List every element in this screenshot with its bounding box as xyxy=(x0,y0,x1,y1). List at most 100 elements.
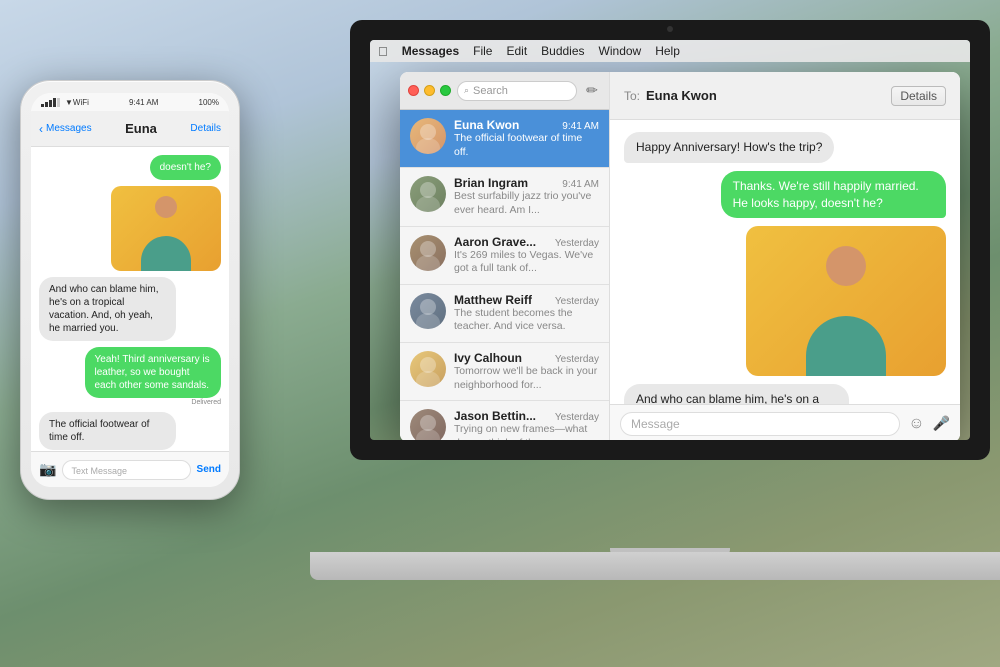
iphone-message-bubble: doesn't he? xyxy=(150,155,221,180)
conversation-preview: It's 269 miles to Vegas. We've got a ful… xyxy=(454,249,599,276)
conversation-preview: Tomorrow we'll be back in your neighborh… xyxy=(454,365,599,392)
iphone-messages: doesn't he? And who can blame him, he's … xyxy=(31,147,229,451)
camera-icon[interactable]: 📷 xyxy=(39,461,56,478)
iphone-message-bubble: Yeah! Third anniversary is leather, so w… xyxy=(85,347,222,398)
conversation-avatar xyxy=(410,176,446,212)
apple-logo:  xyxy=(378,44,388,59)
iphone-message-row: And who can blame him, he's on a tropica… xyxy=(39,277,221,341)
conversation-name: Jason Bettin... xyxy=(454,409,536,423)
app-name: Messages xyxy=(402,44,459,58)
chevron-left-icon: ‹ xyxy=(39,122,43,136)
menu-bar:  Messages File Edit Buddies Window Help xyxy=(370,40,970,62)
volume-down-button[interactable] xyxy=(20,177,21,197)
iphone-message-row xyxy=(39,186,221,271)
conversation-item[interactable]: Brian Ingram 9:41 AM Best surfabilly jaz… xyxy=(400,168,609,226)
message-bubble: Happy Anniversary! How's the trip? xyxy=(624,132,834,163)
conversation-avatar xyxy=(410,235,446,271)
menu-edit[interactable]: Edit xyxy=(506,44,527,58)
conversation-name: Ivy Calhoun xyxy=(454,351,522,365)
mac-laptop:  Messages File Edit Buddies Window Help xyxy=(310,20,1000,580)
power-button[interactable] xyxy=(239,161,240,191)
status-time: 9:41 AM xyxy=(129,98,158,107)
chat-panel: To: Euna Kwon Details Happy Anniversary!… xyxy=(610,72,960,440)
iphone-message-input[interactable]: Text Message xyxy=(62,460,190,480)
conversation-content: Jason Bettin... Yesterday Trying on new … xyxy=(454,409,599,440)
conversation-preview: Best surfabilly jazz trio you've ever he… xyxy=(454,190,599,217)
signal-bar-4 xyxy=(53,98,56,107)
iphone-message-bubble: And who can blame him, he's on a tropica… xyxy=(39,277,176,341)
iphone-screen: ▼WiFi 9:41 AM 100% ‹ Messages Euna Detai… xyxy=(31,93,229,487)
search-bar[interactable]: ⌕ Search xyxy=(457,81,577,101)
message-input-container[interactable]: Message xyxy=(620,412,900,436)
message-bubble: And who can blame him, he's on a tropica… xyxy=(624,384,849,404)
mute-switch[interactable] xyxy=(20,131,21,145)
conversation-item[interactable]: Jason Bettin... Yesterday Trying on new … xyxy=(400,401,609,440)
chat-header: To: Euna Kwon Details xyxy=(610,72,960,120)
menu-file[interactable]: File xyxy=(473,44,492,58)
conversation-avatar xyxy=(410,409,446,440)
signal-bar-3 xyxy=(49,100,52,107)
conversation-content: Brian Ingram 9:41 AM Best surfabilly jaz… xyxy=(454,176,599,217)
chat-input-bar: Message ☺ 🎤 xyxy=(610,404,960,440)
conversation-item[interactable]: Euna Kwon 9:41 AM The official footwear … xyxy=(400,110,609,168)
traffic-lights xyxy=(408,85,451,96)
carrier-label: ▼WiFi xyxy=(65,98,89,107)
conversation-name: Matthew Reiff xyxy=(454,293,532,307)
iphone-message-row: doesn't he? xyxy=(39,155,221,180)
signal-bar-1 xyxy=(41,104,44,107)
message-row: Happy Anniversary! How's the trip? xyxy=(624,132,946,163)
message-image xyxy=(746,226,946,376)
conversation-item[interactable]: Ivy Calhoun Yesterday Tomorrow we'll be … xyxy=(400,343,609,401)
conversation-preview: The official footwear of time off. xyxy=(454,132,599,159)
mac-screen-bezel:  Messages File Edit Buddies Window Help xyxy=(350,20,990,460)
iphone-nav-bar: ‹ Messages Euna Details xyxy=(31,111,229,147)
conversation-avatar xyxy=(410,351,446,387)
compose-button[interactable]: ✏ xyxy=(583,82,601,100)
conversation-name: Brian Ingram xyxy=(454,176,528,190)
back-button[interactable]: ‹ Messages xyxy=(39,122,92,136)
conversation-item[interactable]: Aaron Grave... Yesterday It's 269 miles … xyxy=(400,227,609,285)
emoji-button[interactable]: ☺ xyxy=(908,415,924,433)
conversations-panel: ⌕ Search ✏ Euna Kwon 9:41 AM The officia… xyxy=(400,72,610,440)
message-row: And who can blame him, he's on a tropica… xyxy=(624,384,946,404)
signal-bars xyxy=(41,98,60,107)
signal-bar-2 xyxy=(45,102,48,107)
maximize-button[interactable] xyxy=(440,85,451,96)
battery-indicator: 100% xyxy=(199,98,219,107)
menu-buddies[interactable]: Buddies xyxy=(541,44,584,58)
menu-window[interactable]: Window xyxy=(599,44,642,58)
message-bubble: Thanks. We're still happily married. He … xyxy=(721,171,946,219)
volume-up-button[interactable] xyxy=(20,151,21,171)
person-face xyxy=(826,246,866,286)
conversation-content: Ivy Calhoun Yesterday Tomorrow we'll be … xyxy=(454,351,599,392)
search-icon: ⌕ xyxy=(464,85,469,96)
iphone-details-button[interactable]: Details xyxy=(190,123,221,134)
message-row xyxy=(624,226,946,376)
back-label: Messages xyxy=(46,123,92,134)
iphone-message-status: Delivered xyxy=(191,399,221,406)
nav-title: Euna xyxy=(125,121,157,136)
chat-messages: Happy Anniversary! How's the trip? Thank… xyxy=(610,120,960,404)
conversation-header: Ivy Calhoun Yesterday xyxy=(454,351,599,365)
conversation-header: Brian Ingram 9:41 AM xyxy=(454,176,599,190)
conversation-time: 9:41 AM xyxy=(562,121,599,132)
minimize-button[interactable] xyxy=(424,85,435,96)
mac-base xyxy=(310,552,1000,580)
send-button[interactable]: Send xyxy=(197,464,221,475)
conversation-item[interactable]: Matthew Reiff Yesterday The student beco… xyxy=(400,285,609,343)
chat-recipient: Euna Kwon xyxy=(646,88,717,103)
message-row: Thanks. We're still happily married. He … xyxy=(624,171,946,219)
mic-button[interactable]: 🎤 xyxy=(933,415,950,432)
webcam xyxy=(667,26,673,32)
conversation-avatar xyxy=(410,118,446,154)
iphone-message-bubble: The official footwear of time off. xyxy=(39,412,176,450)
conversation-content: Matthew Reiff Yesterday The student beco… xyxy=(454,293,599,334)
conversation-content: Aaron Grave... Yesterday It's 269 miles … xyxy=(454,235,599,276)
conversation-time: Yesterday xyxy=(555,238,599,249)
details-button[interactable]: Details xyxy=(891,86,946,106)
conversation-time: Yesterday xyxy=(555,296,599,307)
close-button[interactable] xyxy=(408,85,419,96)
conversation-preview: Trying on new frames—what do you think o… xyxy=(454,423,599,440)
menu-help[interactable]: Help xyxy=(655,44,680,58)
conversation-preview: The student becomes the teacher. And vic… xyxy=(454,307,599,334)
